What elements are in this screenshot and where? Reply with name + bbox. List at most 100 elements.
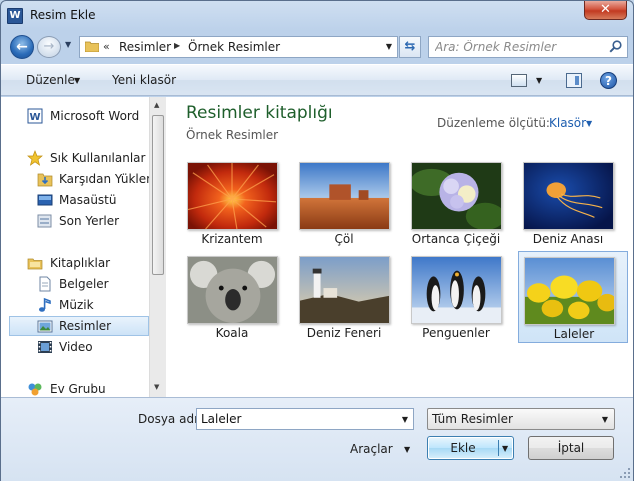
- breadcrumb-resimler[interactable]: Resimler: [119, 40, 171, 54]
- address-dropdown-icon[interactable]: ▼: [386, 42, 392, 51]
- arrange-by-dropdown[interactable]: Klasör: [549, 116, 586, 130]
- tools-button[interactable]: Araçlar: [350, 442, 393, 456]
- jellyfish-thumbnail: [523, 162, 614, 230]
- file-list-pane: Resimler kitaplığı Örnek Resimler Düzenl…: [167, 97, 633, 397]
- picture-name: Laleler: [553, 327, 595, 341]
- penguins-thumbnail: [411, 256, 502, 324]
- breadcrumb-ornek-resimler[interactable]: Örnek Resimler: [188, 40, 280, 54]
- scroll-down-icon[interactable]: ▼: [154, 383, 159, 391]
- sidebar-item-recent-places[interactable]: Son Yerler: [9, 211, 149, 231]
- recent-places-icon: [37, 214, 52, 228]
- picture-item-deniz-anasi[interactable]: Deniz Anası: [508, 157, 618, 249]
- picture-item-krizantem[interactable]: Krizantem: [172, 157, 282, 249]
- hydrangea-thumbnail: [411, 162, 502, 230]
- breadcrumb-separator[interactable]: ▶: [174, 41, 180, 50]
- desktop-icon: [37, 194, 53, 206]
- filename-field[interactable]: [197, 409, 393, 429]
- chrysanthemum-thumbnail: [187, 162, 278, 230]
- scroll-up-icon[interactable]: ▲: [154, 101, 159, 109]
- picture-item-deniz-feneri[interactable]: Deniz Feneri: [284, 251, 394, 343]
- picture-name: Deniz Anası: [532, 232, 604, 246]
- sidebar-item-downloads[interactable]: Karşıdan Yüklemeler: [9, 169, 149, 189]
- cancel-button[interactable]: İptal: [528, 436, 614, 460]
- views-icon[interactable]: [511, 74, 527, 87]
- sidebar-item-favorites[interactable]: Sık Kullanılanlar: [9, 148, 149, 168]
- navigation-pane: W Microsoft Word Sık Kullanılanlar Karşı…: [1, 97, 149, 397]
- new-folder-button[interactable]: Yeni klasör: [112, 73, 176, 87]
- sidebar-item-video[interactable]: Video: [9, 337, 149, 357]
- forward-button[interactable]: →: [37, 36, 61, 58]
- help-icon[interactable]: ?: [600, 72, 617, 89]
- chevron-down-icon[interactable]: ▼: [404, 445, 410, 454]
- desert-thumbnail: [299, 162, 390, 230]
- sidebar-item-libraries[interactable]: Kitaplıklar: [9, 253, 149, 273]
- filename-combobox[interactable]: ▼: [196, 408, 414, 430]
- picture-item-koala[interactable]: Koala: [172, 251, 282, 343]
- sidebar-item-desktop[interactable]: Masaüstü: [9, 190, 149, 210]
- sidebar-item-label: Belgeler: [59, 277, 109, 291]
- sidebar-item-label: Karşıdan Yüklemeler: [59, 172, 149, 186]
- filename-label: Dosya adı:: [138, 412, 202, 426]
- chevron-down-icon[interactable]: ▼: [74, 76, 80, 85]
- insert-button[interactable]: Ekle ▼: [427, 436, 514, 460]
- lighthouse-thumbnail: [299, 256, 390, 324]
- word-icon: W: [27, 108, 43, 124]
- arrange-by-label: Düzenleme ölçütü:: [437, 116, 550, 130]
- music-icon: [39, 297, 51, 312]
- pictures-icon: [37, 320, 53, 333]
- video-icon: [38, 341, 52, 353]
- sidebar-item-homegroup[interactable]: Ev Grubu: [9, 379, 149, 397]
- picture-name: Penguenler: [422, 326, 490, 340]
- downloads-folder-icon: [37, 173, 53, 187]
- picture-item-col[interactable]: Çöl: [284, 157, 394, 249]
- bottom-pane: Dosya adı: ▼ Tüm Resimler ▼ Araçlar ▼ Ek…: [1, 397, 633, 481]
- picture-item-laleler[interactable]: Laleler: [518, 251, 628, 343]
- sidebar-item-label: Müzik: [59, 298, 94, 312]
- chevron-down-icon[interactable]: ▼: [586, 119, 592, 128]
- navigation-row: ← → ▼ « Resimler ▶ Örnek Resimler ▼ ⇆: [1, 31, 633, 63]
- address-overflow-chevron[interactable]: «: [103, 40, 110, 53]
- documents-icon: [39, 276, 51, 292]
- search-input[interactable]: [429, 37, 599, 57]
- insert-options-dropdown-icon[interactable]: ▼: [502, 444, 508, 453]
- close-button[interactable]: ✕: [584, 1, 627, 20]
- back-button[interactable]: ←: [10, 35, 34, 59]
- homegroup-icon: [28, 383, 42, 396]
- picture-name: Krizantem: [201, 232, 263, 246]
- search-icon[interactable]: [609, 40, 622, 53]
- folder-icon: [85, 41, 99, 52]
- recent-pages-dropdown[interactable]: ▼: [65, 40, 71, 49]
- picture-name: Ortanca Çiçeği: [411, 232, 501, 246]
- search-box[interactable]: [428, 36, 628, 58]
- sidebar-item-label: Ev Grubu: [50, 382, 106, 396]
- scrollbar-thumb[interactable]: [152, 115, 164, 275]
- title-bar: W Resim Ekle ✕: [1, 1, 633, 31]
- sidebar-item-label: Sık Kullanılanlar: [50, 151, 146, 165]
- insert-button-label: Ekle: [450, 441, 476, 455]
- picture-item-ortanca-cicegi[interactable]: Ortanca Çiçeği: [396, 157, 506, 249]
- picture-item-penguenler[interactable]: Penguenler: [396, 251, 506, 343]
- sidebar-item-label: Video: [59, 340, 93, 354]
- sidebar-item-microsoft-word[interactable]: W Microsoft Word: [9, 106, 149, 126]
- libraries-icon: [27, 258, 43, 270]
- preview-pane-icon[interactable]: [566, 73, 582, 88]
- file-type-filter[interactable]: Tüm Resimler ▼: [427, 408, 615, 430]
- sidebar-item-pictures[interactable]: Resimler: [9, 316, 149, 336]
- star-icon: [27, 150, 43, 166]
- sidebar-item-documents[interactable]: Belgeler: [9, 274, 149, 294]
- chevron-down-icon[interactable]: ▼: [402, 415, 408, 424]
- views-dropdown-icon[interactable]: ▼: [536, 76, 542, 85]
- sidebar-item-label: Kitaplıklar: [50, 256, 111, 270]
- sidebar-item-label: Masaüstü: [59, 193, 117, 207]
- organize-button[interactable]: Düzenle: [26, 73, 75, 87]
- insert-picture-dialog: W Resim Ekle ✕ ← → ▼ « Resimler ▶ Örnek …: [0, 0, 634, 481]
- resize-grip-icon[interactable]: [620, 468, 630, 478]
- library-subtitle: Örnek Resimler: [186, 128, 279, 142]
- address-bar[interactable]: « Resimler ▶ Örnek Resimler ▼: [79, 36, 398, 58]
- navigation-scrollbar[interactable]: ▲ ▼: [149, 97, 166, 397]
- sidebar-item-music[interactable]: Müzik: [9, 295, 149, 315]
- picture-name: Çöl: [334, 232, 354, 246]
- file-type-value: Tüm Resimler: [432, 412, 513, 426]
- refresh-button[interactable]: ⇆: [399, 36, 421, 58]
- chevron-down-icon[interactable]: ▼: [602, 415, 608, 424]
